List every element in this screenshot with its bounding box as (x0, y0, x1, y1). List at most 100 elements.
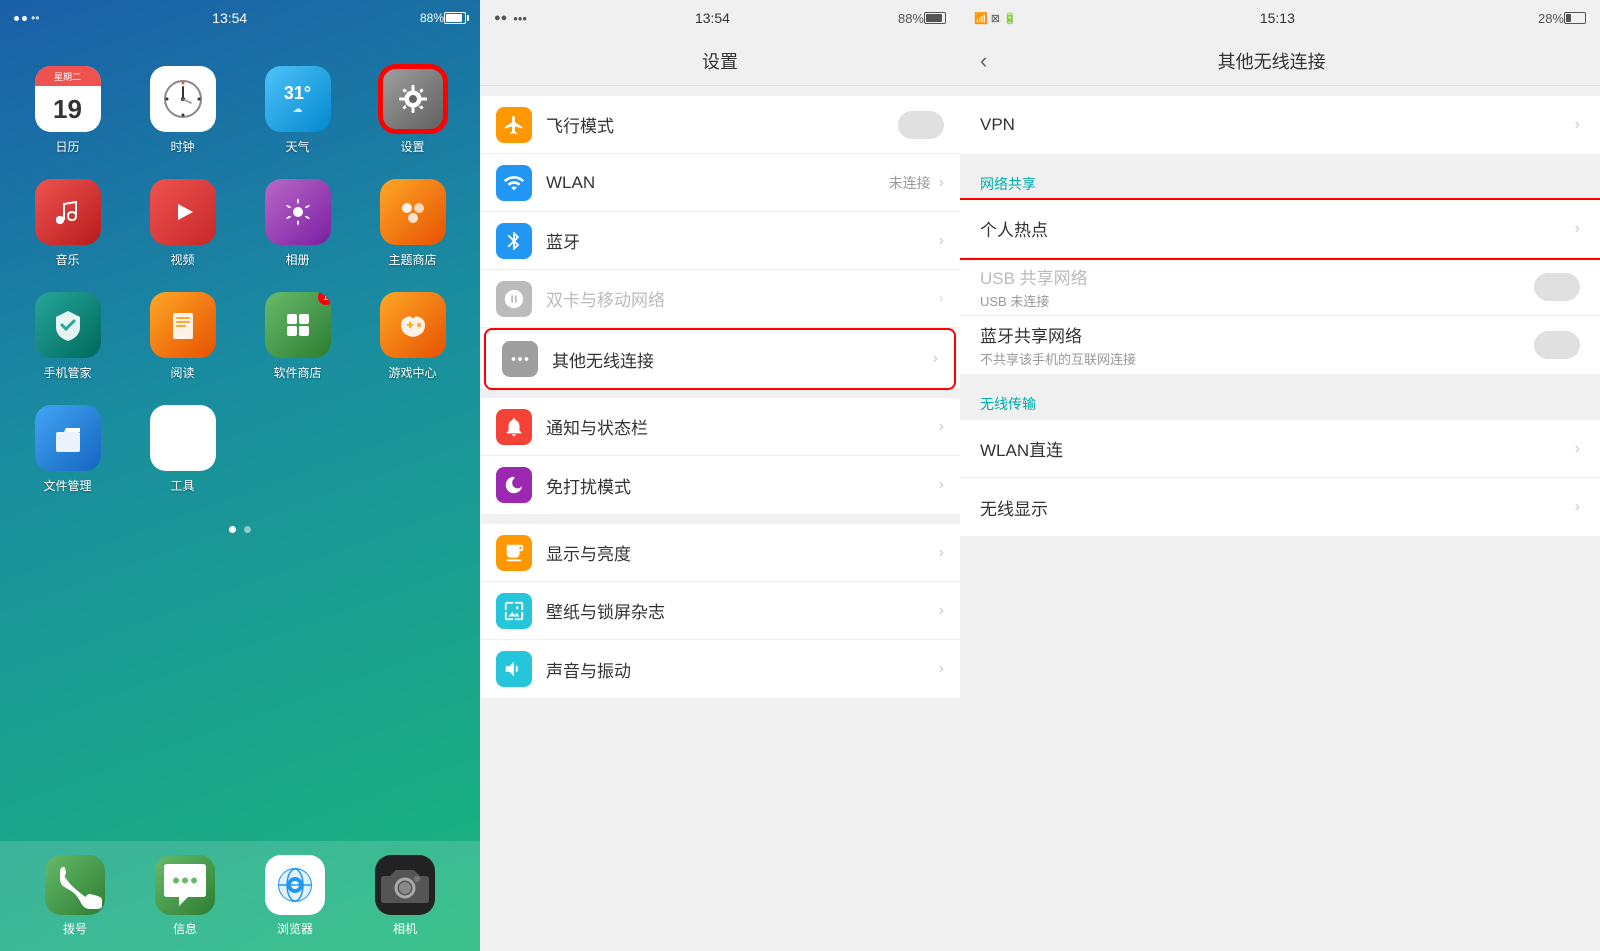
page-dot-2 (244, 526, 251, 533)
wireless-row-wireless-display[interactable]: 无线显示 › (960, 478, 1600, 536)
wireless-section-vpn: VPN › (960, 96, 1600, 154)
app-weather[interactable]: 31° ☁ 天气 (240, 56, 355, 169)
wireless-content: VPN › 网络共享 个人热点 › USB 共享网络 USB 未连接 (960, 86, 1600, 951)
appstore-icon (278, 305, 318, 345)
bt-share-sublabel: 不共享该手机的互联网连接 (980, 349, 1534, 368)
app-video[interactable]: 视频 (125, 169, 240, 282)
app-appstore[interactable]: 1 软件商店 (240, 282, 355, 395)
settings-row-bluetooth[interactable]: 蓝牙 › (480, 212, 960, 270)
wireless-row-wlan-direct[interactable]: WLAN直连 › (960, 420, 1600, 478)
display-svg (503, 542, 525, 564)
sim-svg (503, 288, 525, 310)
bt-share-text-container: 蓝牙共享网络 不共享该手机的互联网连接 (980, 322, 1534, 368)
clock-icon (163, 79, 203, 119)
flight-label: 飞行模式 (546, 112, 898, 137)
app-weather-label: 天气 (285, 138, 309, 155)
settings-battery-fill (926, 14, 942, 22)
bt-label: 蓝牙 (546, 228, 939, 253)
app-settings[interactable]: 设置 (355, 56, 470, 169)
app-tools[interactable]: 工具 (125, 395, 240, 508)
settings-section-2: 通知与状态栏 › 免打扰模式 › (480, 398, 960, 514)
settings-row-display[interactable]: 显示与亮度 › (480, 524, 960, 582)
wireless-row-bt-share[interactable]: 蓝牙共享网络 不共享该手机的互联网连接 (960, 316, 1600, 374)
app-photos[interactable]: 相册 (240, 169, 355, 282)
settings-time: 13:54 (527, 10, 898, 26)
wallpaper-label: 壁纸与锁屏杂志 (546, 598, 939, 623)
network-sharing-label: 网络共享 (960, 164, 1600, 200)
wlan-direct-chevron: › (1575, 440, 1580, 458)
app-calendar[interactable]: 星期二 19 日历 (10, 56, 125, 169)
bt-svg (503, 230, 525, 252)
camera-icon (375, 855, 435, 915)
dock-browser[interactable]: 浏览器 (265, 855, 325, 937)
settings-list: 飞行模式 WLAN 未连接 › 蓝牙 › (480, 86, 960, 951)
settings-row-flight[interactable]: 飞行模式 (480, 96, 960, 154)
wireless-battery-text: 28% (1538, 11, 1564, 26)
settings-battery: 88% (898, 11, 924, 26)
usb-toggle[interactable] (1534, 273, 1580, 301)
wlan-status: 未连接 › (889, 173, 944, 193)
phone-icon (45, 855, 105, 915)
dnd-svg (503, 474, 525, 496)
wireless-row-vpn[interactable]: VPN › (960, 96, 1600, 154)
wireless-title: 其他无线连接 (1003, 48, 1540, 74)
bt-share-label: 蓝牙共享网络 (980, 322, 1534, 347)
back-button[interactable]: ‹ (980, 48, 987, 74)
read-icon (163, 305, 203, 345)
bt-chevron: › (939, 232, 944, 250)
settings-row-sound[interactable]: 声音与振动 › (480, 640, 960, 698)
vpn-right: › (1575, 116, 1580, 134)
usb-label: USB 共享网络 (980, 264, 1534, 289)
settings-row-dnd[interactable]: 免打扰模式 › (480, 456, 960, 514)
dock-camera[interactable]: 相机 (375, 855, 435, 937)
wireless-row-usb[interactable]: USB 共享网络 USB 未连接 (960, 258, 1600, 316)
app-read[interactable]: 阅读 (125, 282, 240, 395)
app-theme[interactable]: 主题商店 (355, 169, 470, 282)
flight-toggle[interactable] (898, 111, 944, 139)
app-game-label: 游戏中心 (388, 364, 436, 381)
app-files-label: 文件管理 (43, 477, 91, 494)
other-wireless-icon (502, 341, 538, 377)
page-dot-1 (229, 526, 236, 533)
home-status-dots-label: •• (31, 11, 39, 25)
files-icon (48, 418, 88, 458)
app-music[interactable]: 音乐 (10, 169, 125, 282)
dock-phone[interactable]: 拨号 (45, 855, 105, 937)
app-theme-label: 主题商店 (388, 251, 436, 268)
app-security-label: 手机管家 (43, 364, 91, 381)
app-tools-label: 工具 (170, 477, 194, 494)
settings-dots: ••• (513, 11, 527, 26)
app-calendar-label: 日历 (55, 138, 79, 155)
wlan-chevron: › (939, 174, 944, 192)
settings-row-wlan[interactable]: WLAN 未连接 › (480, 154, 960, 212)
notify-chevron: › (939, 418, 944, 436)
bt-share-toggle[interactable] (1534, 331, 1580, 359)
app-files[interactable]: 文件管理 (10, 395, 125, 508)
flight-icon (496, 107, 532, 143)
dnd-icon (496, 467, 532, 503)
vpn-label: VPN (980, 115, 1575, 135)
calendar-day: 19 (35, 86, 101, 132)
settings-row-notify[interactable]: 通知与状态栏 › (480, 398, 960, 456)
home-battery-fill (446, 14, 462, 22)
wireless-row-hotspot[interactable]: 个人热点 › (960, 200, 1600, 258)
sound-chevron: › (939, 660, 944, 678)
calendar-weekday: 星期二 (35, 66, 101, 86)
home-status-bar: •• 13:54 88% (0, 0, 480, 36)
app-photos-label: 相册 (285, 251, 309, 268)
wireless-panel: 📶 ⊠ 🔋 15:13 28% ‹ 其他无线连接 VPN › 网络共享 个人热点 (960, 0, 1600, 951)
home-screen: •• 13:54 88% 星期二 19 日历 (0, 0, 480, 951)
wallpaper-icon (496, 593, 532, 629)
dnd-chevron: › (939, 476, 944, 494)
photos-icon (278, 192, 318, 232)
settings-row-wallpaper[interactable]: 壁纸与锁屏杂志 › (480, 582, 960, 640)
app-clock[interactable]: 时钟 (125, 56, 240, 169)
settings-row-other-wireless[interactable]: 其他无线连接 › (486, 330, 954, 388)
settings-row-sim[interactable]: 双卡与移动网络 › (480, 270, 960, 328)
app-game[interactable]: 游戏中心 (355, 282, 470, 395)
dock-sms[interactable]: 信息 (155, 855, 215, 937)
home-time: 13:54 (212, 10, 247, 26)
notify-label: 通知与状态栏 (546, 414, 939, 439)
settings-status-bar: ●● ••• 13:54 88% (480, 0, 960, 36)
app-security[interactable]: 手机管家 (10, 282, 125, 395)
